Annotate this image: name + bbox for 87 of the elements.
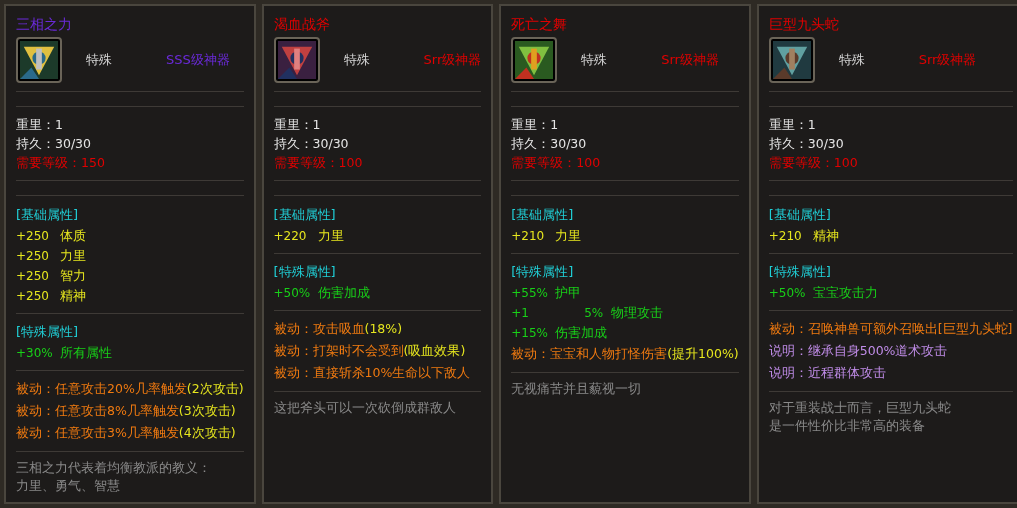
effect-text: 说明：继承自身500%道术攻击 xyxy=(768,342,949,360)
stat-value: +50% xyxy=(768,285,807,302)
stat-value: +210 xyxy=(768,228,803,245)
stat-value: +50% xyxy=(273,285,312,302)
stat-value: 1 xyxy=(550,116,559,134)
stat-name: 伤害加成 xyxy=(555,324,608,342)
stat-name: 精神 xyxy=(60,287,86,305)
stat-name: 伤害加成 xyxy=(317,284,370,302)
item-type: 特殊 xyxy=(838,51,866,70)
effect-text: 被动：直接斩杀10%生命以下敌人 xyxy=(273,364,472,382)
stat-label: 重里： xyxy=(511,116,551,134)
stat-value: 30/30 xyxy=(312,135,349,153)
section-heading: [特殊属性] xyxy=(16,323,80,341)
item-name: 渴血战斧 xyxy=(273,16,330,33)
stat-name: 物理攻击 xyxy=(611,304,664,322)
section-heading: [基础属性] xyxy=(511,206,575,224)
stat-name: 所有属性 xyxy=(60,344,112,362)
stat-label: 持久： xyxy=(16,135,55,153)
stat-value: +220 xyxy=(273,228,308,245)
item-grade: SSS级神器 xyxy=(166,51,230,70)
stat-name: 力里 xyxy=(317,227,344,245)
stat-name: 宝宝攻击力 xyxy=(812,284,878,302)
item-type: 特殊 xyxy=(581,51,609,70)
item-description: 无视痛苦并且藐视一切 xyxy=(511,380,643,398)
stat-value: +15% xyxy=(511,325,549,342)
stat-name: 智力 xyxy=(60,267,86,285)
stat-label: 需要等级： xyxy=(16,154,81,172)
stat-value: 30/30 xyxy=(550,135,587,153)
stat-label: 持久： xyxy=(768,135,808,153)
stat-value: +30% xyxy=(16,345,54,362)
item-type: 特殊 xyxy=(86,51,113,70)
effect-text: 被动：任意攻击20%几率触发(2次攻击) xyxy=(16,380,244,398)
item-type: 特殊 xyxy=(343,51,371,70)
effect-text: 被动：任意攻击8%几率触发(3次攻击) xyxy=(16,402,237,420)
section-heading: [基础属性] xyxy=(768,206,832,224)
stat-label: 需要等级： xyxy=(273,154,339,172)
item-grade: Srr级神器 xyxy=(661,51,719,70)
effect-text: 说明：近程群体攻击 xyxy=(768,364,887,382)
stat-value: +250 xyxy=(16,228,50,245)
effect-text: 被动：召唤神兽可额外召唤出[巨型九头蛇] xyxy=(768,320,1013,338)
effect-text: 被动：宝宝和人物打怪伤害(提升100%) xyxy=(511,345,739,363)
stat-label: 持久： xyxy=(511,135,551,153)
stat-value: +55% xyxy=(511,285,549,302)
stat-value: 150 xyxy=(81,154,105,172)
item-description: 力里、勇气、智慧 xyxy=(16,477,121,495)
item-name: 死亡之舞 xyxy=(511,16,568,33)
section-heading: [特殊属性] xyxy=(768,263,832,281)
item-description: 对于重装战士而言，巨型九头蛇 xyxy=(768,399,952,417)
stat-value: +1 xyxy=(511,305,530,322)
stat-label: 重里： xyxy=(16,116,55,134)
item-description: 这把斧头可以一次砍倒成群敌人 xyxy=(273,399,457,417)
section-heading: [基础属性] xyxy=(273,206,337,224)
stat-value: +250 xyxy=(16,288,50,305)
item-name: 三相之力 xyxy=(16,16,72,33)
stat-value: +210 xyxy=(511,228,546,245)
stat-name: 精神 xyxy=(812,227,839,245)
stat-value: 30/30 xyxy=(55,135,92,153)
item-name: 巨型九头蛇 xyxy=(768,16,839,33)
stat-value: 100 xyxy=(338,154,363,172)
stat-value: +250 xyxy=(16,248,50,265)
stat-value: 30/30 xyxy=(807,135,844,153)
stat-name: 力里 xyxy=(555,227,582,245)
stat-label: 需要等级： xyxy=(768,154,834,172)
stat-label: 持久： xyxy=(273,135,313,153)
stat-value: 100 xyxy=(833,154,858,172)
item-description: 三相之力代表着均衡教派的教义： xyxy=(16,459,212,477)
stat-label: 重里： xyxy=(768,116,808,134)
stat-label: 重里： xyxy=(273,116,313,134)
stat-label: 需要等级： xyxy=(511,154,577,172)
stat-value: 5% xyxy=(583,305,605,322)
section-heading: [基础属性] xyxy=(16,206,80,224)
stat-value: +250 xyxy=(16,268,50,285)
section-heading: [特殊属性] xyxy=(273,263,337,281)
stat-name: 护甲 xyxy=(555,284,582,302)
section-heading: [特殊属性] xyxy=(511,263,575,281)
item-grade: Srr级神器 xyxy=(423,51,482,70)
effect-text: 被动：打架时不会受到(吸血效果) xyxy=(273,342,467,360)
stat-value: 1 xyxy=(807,116,816,134)
stat-value: 1 xyxy=(55,116,63,134)
item-grade: Srr级神器 xyxy=(918,51,977,70)
stat-name: 力里 xyxy=(60,247,86,265)
effect-text: 被动：任意攻击3%几率触发(4次攻击) xyxy=(16,424,237,442)
stat-value: 100 xyxy=(576,154,601,172)
stat-value: 1 xyxy=(312,116,321,134)
effect-text: 被动：攻击吸血(18%) xyxy=(273,320,404,338)
stat-name: 体质 xyxy=(60,227,86,245)
item-description: 是一件性价比非常高的装备 xyxy=(768,417,926,435)
